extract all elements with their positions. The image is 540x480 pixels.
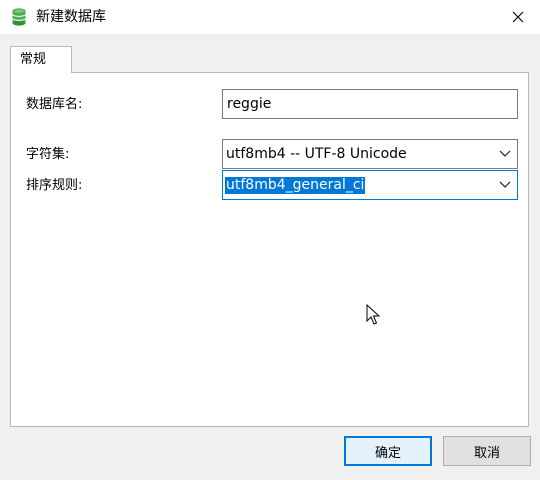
close-button[interactable]	[496, 0, 540, 34]
ok-button[interactable]: 确定	[344, 436, 432, 466]
db-name-input[interactable]	[223, 91, 507, 117]
close-icon	[512, 11, 524, 23]
mouse-cursor-icon	[366, 304, 380, 325]
charset-label: 字符集:	[26, 147, 70, 162]
collation-select[interactable]: utf8mb4_general_ci	[222, 170, 518, 200]
db-name-label: 数据库名:	[26, 97, 83, 112]
tab-general-label: 常规	[20, 52, 47, 67]
tab-general[interactable]: 常规	[10, 46, 72, 73]
charset-select[interactable]: utf8mb4 -- UTF-8 Unicode	[222, 139, 518, 169]
chevron-down-icon	[499, 150, 511, 157]
general-panel	[10, 72, 529, 427]
window-title: 新建数据库	[36, 9, 106, 25]
db-name-field[interactable]	[222, 89, 518, 119]
charset-value: utf8mb4 -- UTF-8 Unicode	[226, 146, 407, 162]
database-icon	[12, 8, 26, 26]
cancel-button[interactable]: 取消	[443, 436, 531, 466]
collation-label: 排序规则:	[26, 178, 83, 193]
chevron-down-icon	[499, 181, 511, 188]
collation-value: utf8mb4_general_ci	[225, 177, 366, 194]
title-bar: 新建数据库	[0, 0, 540, 34]
